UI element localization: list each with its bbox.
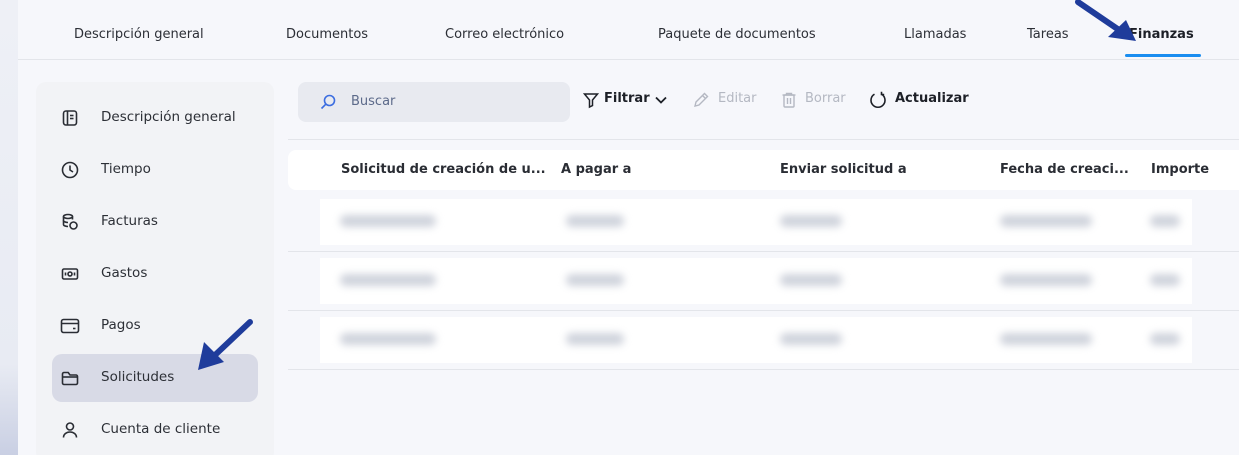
refresh-button[interactable]: Actualizar [869, 90, 969, 112]
tab-tareas[interactable]: Tareas [1027, 27, 1069, 42]
sidebar-item-label: Facturas [101, 213, 158, 229]
filter-button[interactable]: Filtrar [582, 90, 672, 112]
table-row[interactable] [288, 311, 1239, 370]
sidebar-item-invoices[interactable]: Facturas [52, 198, 258, 246]
sidebar-item-time[interactable]: Tiempo [52, 146, 258, 194]
edit-button[interactable]: Editar [692, 90, 764, 112]
tab-paquete-de-documentos[interactable]: Paquete de documentos [658, 27, 816, 42]
overview-icon [60, 108, 80, 128]
sidebar-item-label: Descripción general [101, 109, 236, 125]
search-icon [319, 93, 337, 111]
search-input[interactable]: Buscar [298, 82, 570, 122]
blurred-cell [1150, 215, 1180, 227]
blurred-cell [1150, 333, 1180, 345]
column-header-payee[interactable]: A pagar a [561, 162, 631, 177]
sidebar-item-expenses[interactable]: Gastos [52, 250, 258, 298]
blurred-cell [1000, 274, 1092, 286]
blurred-cell [340, 333, 436, 345]
tab-correo-electronico[interactable]: Correo electrónico [445, 27, 564, 42]
active-tab-indicator [1125, 54, 1201, 57]
filter-label: Filtrar [604, 91, 650, 106]
toolbar-divider [288, 139, 1239, 140]
pencil-icon [692, 91, 710, 109]
refresh-icon [869, 91, 887, 109]
table-row[interactable] [288, 193, 1239, 252]
card-icon [60, 316, 80, 336]
column-header-send-to[interactable]: Enviar solicitud a [780, 162, 907, 177]
finance-sidebar: Descripción general Tiempo Facturas Gast… [36, 82, 274, 455]
sidebar-item-label: Solicitudes [101, 369, 175, 385]
edit-label: Editar [718, 91, 757, 106]
blurred-cell [1150, 274, 1180, 286]
sidebar-item-label: Tiempo [101, 161, 151, 177]
sidebar-item-payments[interactable]: Pagos [52, 302, 258, 350]
filter-icon [582, 91, 600, 109]
column-header-created-date[interactable]: Fecha de creaci... [1000, 162, 1129, 177]
user-icon [60, 420, 80, 440]
sidebar-item-label: Gastos [101, 265, 148, 281]
blurred-cell [566, 215, 624, 227]
blurred-cell [780, 274, 842, 286]
column-header-request[interactable]: Solicitud de creación de u... [341, 162, 546, 177]
blurred-cell [1000, 215, 1092, 227]
blurred-cell [780, 215, 842, 227]
folder-icon [60, 368, 80, 388]
sidebar-item-overview[interactable]: Descripción general [52, 94, 258, 142]
tab-descripcion-general[interactable]: Descripción general [74, 27, 204, 42]
sidebar-item-requests[interactable]: Solicitudes [52, 354, 258, 402]
sidebar-item-client-account[interactable]: Cuenta de cliente [52, 406, 258, 454]
delete-button[interactable]: Borrar [780, 90, 852, 112]
blurred-cell [340, 274, 436, 286]
tab-documentos[interactable]: Documentos [286, 27, 368, 42]
column-header-amount[interactable]: Importe [1151, 162, 1209, 177]
blurred-cell [340, 215, 436, 227]
blurred-cell [566, 274, 624, 286]
cash-icon [60, 264, 80, 284]
chevron-down-icon [652, 91, 670, 109]
top-tab-bar: Descripción general Documentos Correo el… [18, 0, 1239, 60]
table-header: Solicitud de creación de u... A pagar a … [288, 150, 1239, 190]
blurred-cell [566, 333, 624, 345]
delete-label: Borrar [805, 91, 846, 106]
blurred-cell [1000, 333, 1092, 345]
table-row[interactable] [288, 252, 1239, 311]
blurred-cell [780, 333, 842, 345]
search-placeholder: Buscar [351, 94, 396, 109]
clock-icon [60, 160, 80, 180]
trash-icon [780, 91, 798, 109]
refresh-label: Actualizar [895, 91, 969, 106]
sidebar-item-label: Cuenta de cliente [101, 421, 221, 437]
invoice-coins-icon [60, 212, 80, 232]
sidebar-item-label: Pagos [101, 317, 141, 333]
tab-llamadas[interactable]: Llamadas [904, 27, 966, 42]
tab-finanzas[interactable]: Finanzas [1129, 27, 1194, 42]
